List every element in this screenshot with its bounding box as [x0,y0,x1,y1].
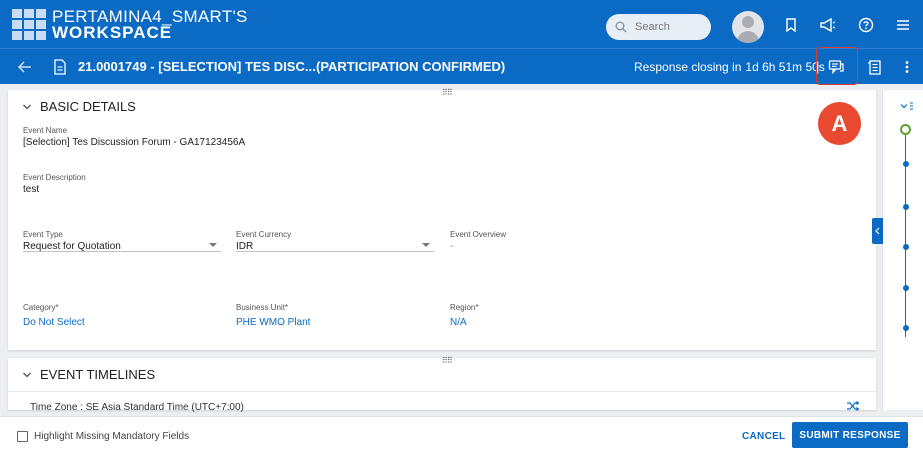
bookmark-icon[interactable] [782,16,800,34]
document-icon [54,59,66,75]
event-description-field: Event Description test [23,173,86,195]
app-title: PERTAMINA4_SMART'S WORKSPACE [52,8,248,42]
menu-icon[interactable] [894,16,912,34]
back-arrow-icon[interactable] [16,58,34,76]
user-avatar[interactable] [732,11,764,43]
search-input[interactable] [635,21,705,33]
category-field: Category* Do Not Select [23,303,85,328]
submit-response-button[interactable]: SUBMIT RESPONSE [792,422,908,448]
event-title: 21.0001749 - [SELECTION] TES DISC... [78,59,316,74]
region-field: Region* N/A [450,303,478,328]
help-icon[interactable] [857,16,875,34]
discussion-icon-highlight [816,47,858,85]
event-subheader: 21.0001749 - [SELECTION] TES DISC... (PA… [0,48,923,84]
more-vertical-icon[interactable] [898,58,916,76]
region-value-link[interactable]: N/A [450,317,478,328]
event-timelines-title: EVENT TIMELINES [40,367,156,382]
timeline-rail [872,90,923,410]
dropdown-caret-icon [422,243,430,247]
participation-status: (PARTICIPATION CONFIRMED) [316,59,506,74]
highlight-missing-label[interactable]: Highlight Missing Mandatory Fields [34,431,189,442]
chevron-down-icon[interactable] [22,103,32,111]
event-type-label: Event Type [23,230,63,239]
shuffle-icon[interactable] [846,400,860,412]
chevron-down-icon[interactable] [22,371,32,379]
dropdown-caret-icon [209,243,217,247]
event-name-field: Event Name [Selection] Tes Discussion Fo… [23,126,245,148]
timeline-start-node[interactable] [900,124,911,135]
event-type-select[interactable]: Event Type Request for Quotation [23,230,221,252]
region-label: Region* [450,303,479,312]
app-header: PERTAMINA4_SMART'S WORKSPACE [0,0,923,48]
footer-action-bar: Highlight Missing Mandatory Fields CANCE… [0,416,923,453]
event-name-value: [Selection] Tes Discussion Forum - GA171… [23,137,246,148]
event-overview-field: Event Overview - [450,230,506,252]
event-description-label: Event Description [23,173,86,182]
checklist-icon[interactable] [866,58,884,76]
app-title-line2: WORKSPACE [52,23,173,42]
app-logo-icon [12,9,46,40]
timeline-node[interactable] [903,244,909,250]
timeline-expand-icon[interactable] [900,102,914,112]
business-unit-label: Business Unit* [236,303,289,312]
category-label: Category* [23,303,59,312]
drag-handle-icon[interactable]: ⠿⠿ [442,89,456,97]
timeline-node[interactable] [903,204,909,210]
divider [8,391,876,392]
event-timelines-header[interactable]: EVENT TIMELINES [22,367,155,382]
timeline-node[interactable] [903,285,909,291]
response-closing-countdown: Response closing in 1d 6h 51m 50s [634,60,825,74]
closing-time: 1d 6h 51m 50s [745,60,825,74]
event-overview-label: Event Overview [450,230,507,239]
timeline-node[interactable] [903,161,909,167]
search-icon [615,21,627,33]
closing-label: Response closing in [634,60,742,74]
basic-details-panel: ⠿⠿ BASIC DETAILS Event Name [Selection] … [8,89,876,350]
category-value-link[interactable]: Do Not Select [23,317,85,328]
highlight-missing-checkbox[interactable] [17,431,28,442]
event-currency-value: IDR [236,241,254,252]
callout-marker-a: A [818,102,861,145]
event-type-value: Request for Quotation [23,241,121,252]
basic-details-header[interactable]: BASIC DETAILS [22,99,136,114]
business-unit-field: Business Unit* PHE WMO Plant [236,303,310,328]
cancel-button[interactable]: CANCEL [734,425,793,447]
event-currency-select[interactable]: Event Currency IDR [236,230,434,252]
timeline-node[interactable] [903,325,909,331]
search-box[interactable] [606,14,711,40]
event-name-label: Event Name [23,126,68,135]
drag-handle-icon[interactable]: ⠿⠿ [442,357,456,365]
event-currency-label: Event Currency [236,230,292,239]
event-overview-value: - [450,241,454,252]
event-timelines-panel: ⠿⠿ EVENT TIMELINES Time Zone : SE Asia S… [8,357,876,413]
event-description-value: test [23,184,40,195]
basic-details-title: BASIC DETAILS [40,99,136,114]
collapse-panel-toggle[interactable] [872,218,883,244]
business-unit-value-link[interactable]: PHE WMO Plant [236,317,310,328]
megaphone-icon[interactable] [818,16,836,34]
time-zone-text: Time Zone : SE Asia Standard Time (UTC+7… [30,402,244,413]
chevron-left-icon [875,227,880,235]
